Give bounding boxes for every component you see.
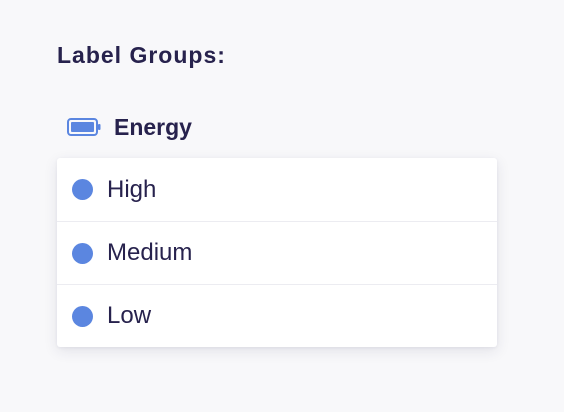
label-text: Medium — [107, 239, 193, 266]
battery-icon — [67, 117, 101, 137]
label-item-medium[interactable]: Medium — [57, 221, 497, 284]
group-name: Energy — [114, 113, 192, 140]
label-list: High Medium Low — [57, 158, 497, 347]
color-dot — [72, 305, 93, 327]
label-text: High — [107, 175, 157, 203]
color-dot — [72, 179, 93, 200]
label-groups-heading: Label Groups: — [57, 42, 226, 68]
label-item-high[interactable]: High — [57, 158, 497, 221]
label-item-low[interactable]: Low — [57, 284, 497, 347]
group-header-energy: Energy — [67, 111, 192, 143]
label-text: Low — [107, 302, 152, 329]
color-dot — [72, 242, 93, 264]
